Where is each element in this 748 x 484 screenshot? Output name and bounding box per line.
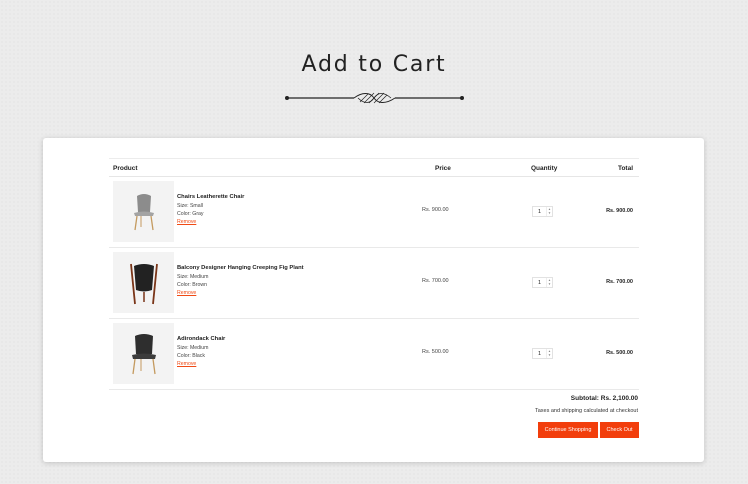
product-info: Adirondack Chair Size: Medium Color: Bla…: [177, 335, 225, 368]
product-image[interactable]: [113, 323, 174, 384]
stepper-arrows-icon[interactable]: ▲ ▼: [546, 207, 552, 216]
product-image[interactable]: [113, 181, 174, 242]
remove-link[interactable]: Remove: [177, 360, 225, 368]
cart-table: Product Price Quantity Total Chairs Leat…: [109, 158, 639, 390]
table-row: Balcony Designer Hanging Creeping Fig Pl…: [109, 248, 639, 319]
header-price: Price: [435, 165, 451, 172]
page-title: Add to Cart: [301, 52, 447, 77]
table-row: Chairs Leatherette Chair Size: Small Col…: [109, 177, 639, 248]
black-chair-image: [131, 333, 156, 374]
quantity-value[interactable]: 1: [533, 280, 546, 286]
product-info: Balcony Designer Hanging Creeping Fig Pl…: [177, 264, 304, 297]
gray-chair-image: [133, 193, 154, 230]
taxes-note: Taxes and shipping calculated at checkou…: [534, 408, 638, 414]
product-name[interactable]: Balcony Designer Hanging Creeping Fig Pl…: [177, 264, 304, 272]
product-name[interactable]: Adirondack Chair: [177, 335, 225, 343]
product-price: Rs. 900.00: [422, 207, 449, 213]
continue-shopping-button[interactable]: Continue Shopping: [538, 422, 598, 438]
quantity-stepper[interactable]: 1 ▲ ▼: [532, 277, 553, 288]
stepper-arrows-icon[interactable]: ▲ ▼: [546, 278, 552, 287]
planter-stand-image: [129, 263, 158, 304]
remove-link[interactable]: Remove: [177, 289, 304, 297]
table-header: Product Price Quantity Total: [109, 158, 639, 177]
quantity-value[interactable]: 1: [533, 351, 546, 357]
line-total: Rs. 700.00: [606, 279, 633, 285]
product-color: Color: Black: [177, 353, 205, 359]
quantity-stepper[interactable]: 1 ▲ ▼: [532, 348, 553, 359]
subtotal: Subtotal: Rs. 2,100.00: [570, 395, 638, 402]
product-price: Rs. 700.00: [422, 278, 449, 284]
quantity-value[interactable]: 1: [533, 209, 546, 215]
product-name[interactable]: Chairs Leatherette Chair: [177, 193, 244, 201]
product-price: Rs. 500.00: [422, 349, 449, 355]
product-color: Color: Brown: [177, 282, 207, 288]
product-size: Size: Medium: [177, 345, 209, 351]
product-size: Size: Medium: [177, 274, 209, 280]
check-out-button[interactable]: Check Out: [600, 422, 639, 438]
product-info: Chairs Leatherette Chair Size: Small Col…: [177, 193, 244, 226]
header-total: Total: [617, 165, 633, 172]
header-product: Product: [113, 165, 138, 172]
table-row: Adirondack Chair Size: Medium Color: Bla…: [109, 319, 639, 390]
product-image[interactable]: [113, 252, 174, 313]
line-total: Rs. 900.00: [606, 208, 633, 214]
ornamental-divider-icon: [285, 92, 464, 104]
product-size: Size: Small: [177, 203, 203, 209]
product-color: Color: Gray: [177, 211, 204, 217]
remove-link[interactable]: Remove: [177, 218, 244, 226]
stepper-arrows-icon[interactable]: ▲ ▼: [546, 349, 552, 358]
cart-card: Product Price Quantity Total Chairs Leat…: [43, 138, 704, 462]
quantity-stepper[interactable]: 1 ▲ ▼: [532, 206, 553, 217]
header-quantity: Quantity: [531, 165, 558, 172]
line-total: Rs. 500.00: [606, 350, 633, 356]
